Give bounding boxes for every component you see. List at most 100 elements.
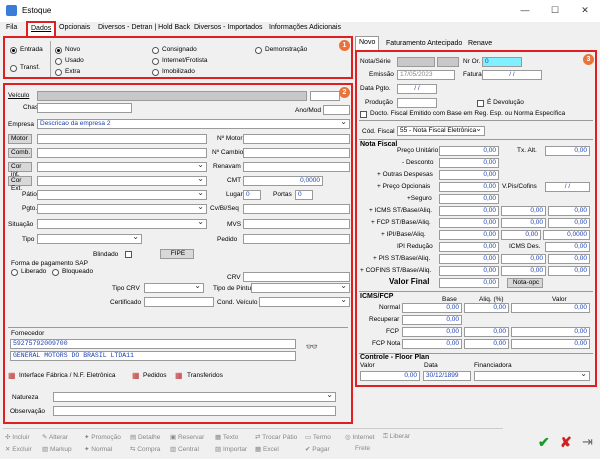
cor-ext-select[interactable] xyxy=(37,176,207,186)
cofins-st-aliq[interactable]: 0,00 xyxy=(548,266,590,276)
fcp-base[interactable]: 0,00 xyxy=(402,327,462,337)
radio-liberado[interactable] xyxy=(11,269,18,276)
cofins-st-base[interactable]: 0,00 xyxy=(501,266,546,276)
radio-extra[interactable] xyxy=(55,69,62,76)
tab-dados[interactable]: Dados xyxy=(26,21,57,36)
cod-fiscal-select[interactable]: 55 - Nota Fiscal Eletrônica xyxy=(397,126,485,136)
detalhe-button[interactable]: ▤ Detalhe xyxy=(130,433,160,441)
cor-int-button[interactable]: Cor int. xyxy=(8,162,32,178)
producao-field[interactable] xyxy=(397,98,437,108)
radio-consignado[interactable] xyxy=(152,47,159,54)
tipo-select[interactable] xyxy=(37,234,142,244)
radio-transf[interactable] xyxy=(10,65,17,72)
tipo-pintura-select[interactable] xyxy=(251,283,350,293)
incluir-button[interactable]: ✣ Incluir xyxy=(5,433,30,441)
situacao-select[interactable] xyxy=(37,219,207,229)
seguro-field[interactable]: 0,00 xyxy=(439,194,499,204)
tab-info-adicionais[interactable]: Informações Adicionais xyxy=(266,22,344,35)
interface-fabrica-button[interactable]: Interface Fábrica / N.F. Eletrônica xyxy=(19,372,115,379)
fcp-nota-base[interactable]: 0,00 xyxy=(402,339,462,349)
veiculo-field[interactable] xyxy=(37,91,307,101)
fcp-st-aliq[interactable]: 0,00 xyxy=(548,218,590,228)
motor-field[interactable] xyxy=(37,134,207,144)
cond-veiculo-select[interactable] xyxy=(259,297,350,307)
pedido-field[interactable] xyxy=(243,234,350,244)
promocao-button[interactable]: ✦ Promoção xyxy=(84,433,121,441)
fcp-valor[interactable]: 0,00 xyxy=(511,327,590,337)
termo-button[interactable]: ▭ Termo xyxy=(305,433,331,441)
icms-st-field[interactable]: 0,00 xyxy=(439,206,499,216)
cmt-field[interactable]: 0,0000 xyxy=(243,176,323,186)
minimize-button[interactable]: — xyxy=(510,0,540,22)
cv-bi-seq-field[interactable] xyxy=(243,204,350,214)
nota-field[interactable] xyxy=(397,57,435,67)
ano-mod-field[interactable] xyxy=(323,105,350,115)
tab-diversos-importados[interactable]: Diversos - Importados xyxy=(191,22,265,35)
motor-button[interactable]: Motor xyxy=(8,134,32,144)
fcp-st-field[interactable]: 0,00 xyxy=(439,218,499,228)
trocar-patio-button[interactable]: ⇄ Trocar Pátio xyxy=(255,433,297,441)
portas-field[interactable]: 0 xyxy=(295,190,313,200)
normal-button[interactable]: ✦ Normal xyxy=(84,445,112,453)
patio-select[interactable] xyxy=(37,190,207,200)
normal-valor[interactable]: 0,00 xyxy=(511,303,590,313)
fcp-nota-aliq[interactable]: 0,00 xyxy=(464,339,509,349)
radio-usado[interactable] xyxy=(55,58,62,65)
radio-entrada[interactable] xyxy=(10,47,17,54)
pis-st-field[interactable]: 0,00 xyxy=(439,254,499,264)
comb-button[interactable]: Comb. xyxy=(8,148,32,158)
chassi-field[interactable] xyxy=(37,103,132,113)
transferidos-button[interactable]: Transferidos xyxy=(187,372,223,379)
radio-imobilizado[interactable] xyxy=(152,69,159,76)
maximize-button[interactable]: ☐ xyxy=(540,0,570,22)
liberar-button[interactable]: ⚿ Liberar xyxy=(383,433,410,441)
ipi-aliq[interactable]: 0,0000 xyxy=(543,230,590,240)
lugar-field[interactable]: 0 xyxy=(243,190,261,200)
radio-internet[interactable] xyxy=(152,58,159,65)
n-motor-field[interactable] xyxy=(243,134,350,144)
fcp-st-base[interactable]: 0,00 xyxy=(501,218,546,228)
fp-financiadora-select[interactable] xyxy=(474,371,590,381)
frete-button[interactable]: Frete xyxy=(355,445,370,452)
cancel-icon[interactable]: ✘ xyxy=(560,434,572,451)
blindado-checkbox[interactable] xyxy=(125,251,132,258)
desconto-field[interactable]: 0,00 xyxy=(439,158,499,168)
tab-novo[interactable]: Novo xyxy=(355,36,380,51)
renavam-field[interactable] xyxy=(243,162,350,172)
icms-st-base[interactable]: 0,00 xyxy=(501,206,546,216)
excluir-button[interactable]: ✕ Excluir xyxy=(5,445,32,453)
n-cambio-field[interactable] xyxy=(243,148,350,158)
data-pgto-field[interactable]: / / xyxy=(397,84,437,94)
fcp-aliq[interactable]: 0,00 xyxy=(464,327,509,337)
fp-valor-field[interactable]: 0,00 xyxy=(360,371,420,381)
normal-base[interactable]: 0,00 xyxy=(402,303,462,313)
comb-field[interactable] xyxy=(37,148,207,158)
fatura-field[interactable]: / / xyxy=(482,70,542,80)
radio-demonstracao[interactable] xyxy=(255,47,262,54)
excel-button[interactable]: ▦ Excel xyxy=(255,445,279,453)
fp-data-field[interactable]: 30/12/1899 xyxy=(423,371,471,381)
normal-aliq[interactable]: 0,00 xyxy=(464,303,509,313)
veiculo-extra-field[interactable] xyxy=(310,91,340,101)
icms-st-aliq[interactable]: 0,00 xyxy=(548,206,590,216)
confirm-icon[interactable]: ✔ xyxy=(538,434,550,451)
recuperar-base[interactable]: 0,00 xyxy=(402,315,462,325)
cor-int-select[interactable] xyxy=(37,162,207,172)
exit-icon[interactable]: ⇥ xyxy=(582,434,593,450)
fornecedor-code-field[interactable]: 59275792009700 xyxy=(10,339,296,349)
pagar-button[interactable]: ✔ Pagar xyxy=(305,445,330,453)
crv-field[interactable] xyxy=(243,272,350,282)
radio-bloqueado[interactable] xyxy=(52,269,59,276)
devolucao-checkbox[interactable] xyxy=(477,100,484,107)
cor-ext-button[interactable]: Cor Ext. xyxy=(8,176,32,192)
ipi-base[interactable]: 0,00 xyxy=(501,230,541,240)
tab-opcionais[interactable]: Opcionais xyxy=(56,22,93,35)
nr-or-field[interactable]: 0 xyxy=(482,57,522,67)
reservar-button[interactable]: ▣ Reservar xyxy=(170,433,204,441)
fornecedor-name-field[interactable]: GENERAL MOTORS DO BRASIL LTDA11 xyxy=(10,351,296,361)
markup-button[interactable]: ▧ Markup xyxy=(42,445,72,453)
ipi-field[interactable]: 0,00 xyxy=(439,230,499,240)
compra-button[interactable]: ⇆ Compra xyxy=(130,445,160,453)
ipi-red-field[interactable]: 0,00 xyxy=(439,242,499,252)
emissao-field[interactable]: 17/05/2023 xyxy=(397,70,455,80)
